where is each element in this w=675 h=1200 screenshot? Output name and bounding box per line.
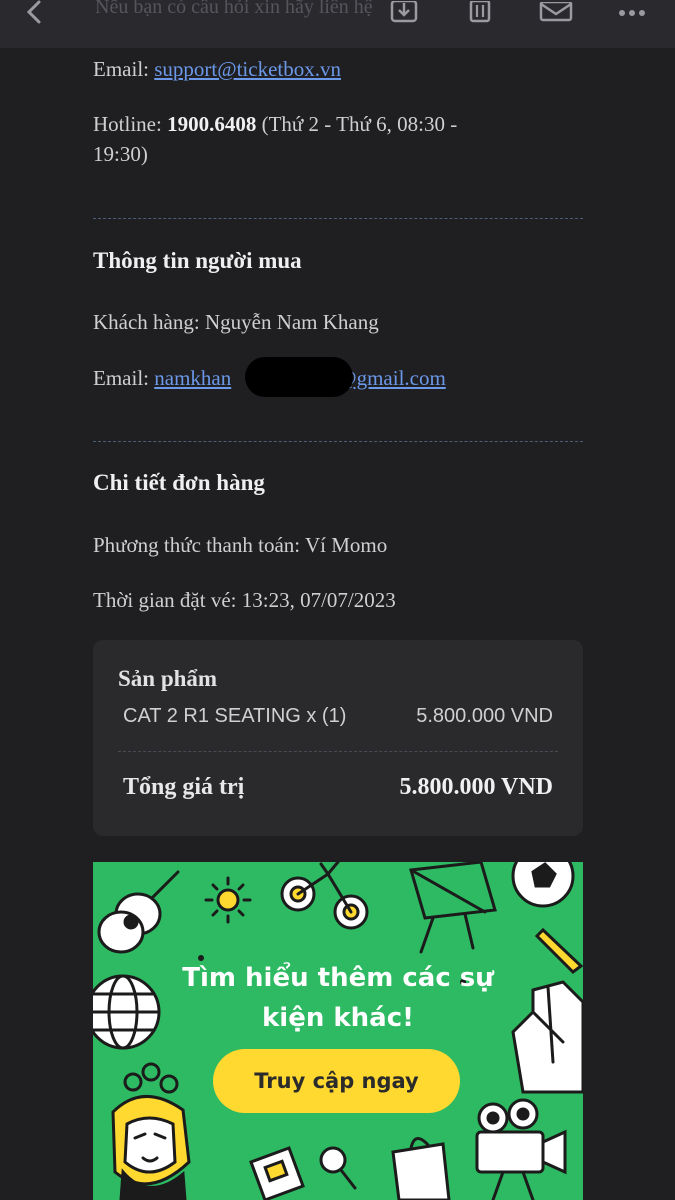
banner-line-2: kiện khác!: [261, 1003, 414, 1033]
visit-now-button[interactable]: Truy cập ngay: [213, 1049, 460, 1113]
buyer-heading: Thông tin người mua: [93, 248, 302, 273]
banner-line-1: Tìm hiểu thêm các sự: [182, 963, 494, 993]
order-heading: Chi tiết đơn hàng: [93, 470, 265, 495]
email-toolbar: Nếu bạn có câu hỏi xin hãy liên hệ: [0, 0, 675, 48]
promo-banner[interactable]: Tìm hiểu thêm các sự kiện khác! Truy cập…: [93, 862, 583, 1200]
ticket-icon: [249, 1146, 305, 1200]
back-icon[interactable]: [14, 0, 54, 28]
email-subject-ghost: Nếu bạn có câu hỏi xin hãy liên hệ: [95, 0, 373, 18]
guitar-icon: [97, 870, 180, 954]
bicycle-icon: [280, 862, 369, 930]
section-divider: [93, 218, 583, 219]
total-label: Tổng giá trị: [123, 774, 245, 800]
buyer-email-label: Email:: [93, 366, 155, 390]
product-item: CAT 2 R1 SEATING x (1): [123, 705, 347, 727]
redaction-mark: [245, 357, 353, 397]
card-divider: [118, 751, 558, 752]
support-email-label: Email:: [93, 57, 155, 81]
hotline-hours: (Thứ 2 - Thứ 6, 08:30 -: [256, 112, 458, 136]
trash-icon[interactable]: [460, 0, 500, 28]
order-summary-card: Sản phẩm CAT 2 R1 SEATING x (1) 5.800.00…: [93, 640, 583, 836]
customer-name: Khách hàng: Nguyễn Nam Khang: [93, 310, 379, 334]
hotline-hours-cont: 19:30): [93, 142, 148, 166]
support-email-line: Email: support@ticketbox.vn: [93, 54, 341, 84]
movie-camera-icon: [475, 1098, 567, 1200]
buyer-email-suffix: @gmail.com: [337, 366, 446, 390]
total-value: 5.800.000 VND: [399, 774, 553, 800]
soccer-ball-icon: [511, 862, 575, 908]
character-icon: [111, 1062, 191, 1200]
sun-icon: [204, 876, 252, 924]
mail-icon[interactable]: [536, 0, 576, 28]
magnifier-icon: [319, 1146, 357, 1190]
download-icon[interactable]: [384, 0, 424, 28]
support-email-link[interactable]: support@ticketbox.vn: [154, 57, 341, 81]
buyer-email-line: Email: namkhan @gmail.com: [93, 357, 446, 397]
bag-icon: [391, 1137, 451, 1200]
buyer-email-prefix: namkhan: [154, 366, 232, 390]
hotline-line: Hotline: 1900.6408 (Thứ 2 - Thứ 6, 08:30…: [93, 109, 457, 139]
hotline-label: Hotline:: [93, 112, 168, 136]
easel-icon: [409, 862, 497, 954]
section-divider: [93, 441, 583, 442]
hotline-number[interactable]: 1900.6408: [167, 112, 256, 136]
product-price: 5.800.000 VND: [416, 705, 553, 727]
payment-method: Phương thức thanh toán: Ví Momo: [93, 533, 388, 557]
product-heading: Sản phẩm: [118, 666, 218, 691]
banner-text: Tìm hiểu thêm các sự kiện khác!: [93, 958, 583, 1038]
more-icon[interactable]: [612, 0, 652, 28]
booking-time: Thời gian đặt vé: 13:23, 07/07/2023: [93, 588, 396, 612]
